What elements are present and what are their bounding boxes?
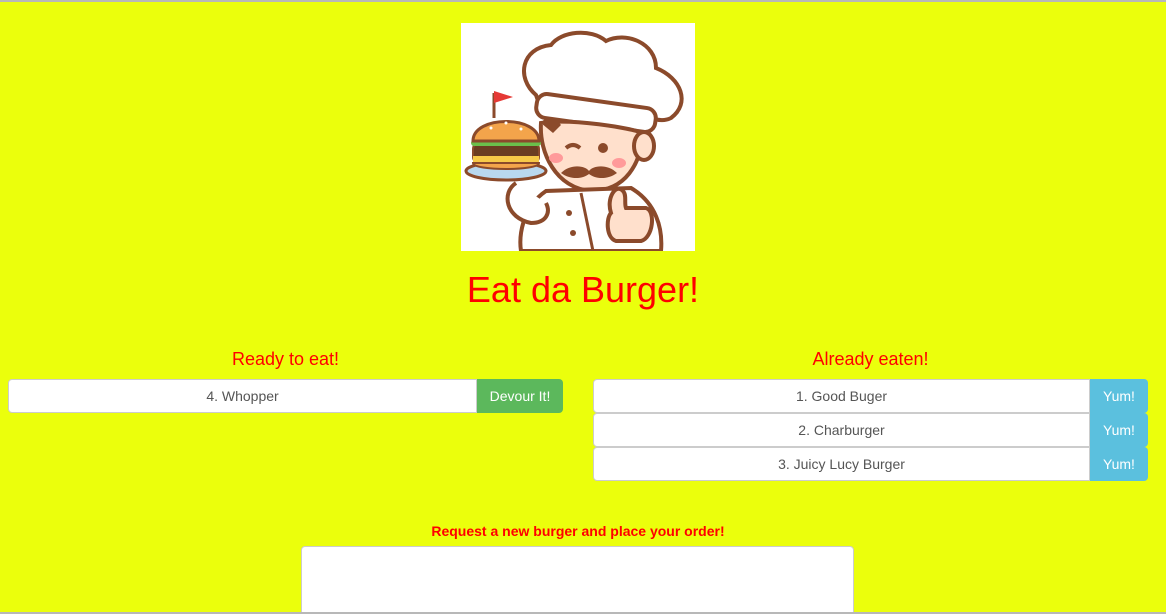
yum-button[interactable]: Yum! (1090, 447, 1148, 481)
burger-name-field: 4. Whopper (8, 379, 477, 413)
burger-name-field: 3. Juicy Lucy Burger (593, 447, 1090, 481)
yum-button[interactable]: Yum! (1090, 379, 1148, 413)
devour-button[interactable]: Devour It! (477, 379, 563, 413)
ready-to-eat-heading: Ready to eat! (231, 349, 340, 369)
list-item: 2. Charburger Yum! (593, 413, 1148, 447)
list-item: 4. Whopper Devour It! (8, 379, 563, 413)
already-eaten-heading: Already eaten! (812, 349, 929, 369)
order-form-label: Request a new burger and place your orde… (431, 523, 725, 539)
new-burger-input[interactable] (301, 546, 854, 614)
top-border (0, 0, 1166, 2)
burger-name-field: 1. Good Buger (593, 379, 1090, 413)
list-item: 1. Good Buger Yum! (593, 379, 1148, 413)
chef-logo (461, 23, 695, 251)
page-title: Eat da Burger! (466, 269, 700, 310)
yum-button[interactable]: Yum! (1090, 413, 1148, 447)
burger-name-field: 2. Charburger (593, 413, 1090, 447)
list-item: 3. Juicy Lucy Burger Yum! (593, 447, 1148, 481)
